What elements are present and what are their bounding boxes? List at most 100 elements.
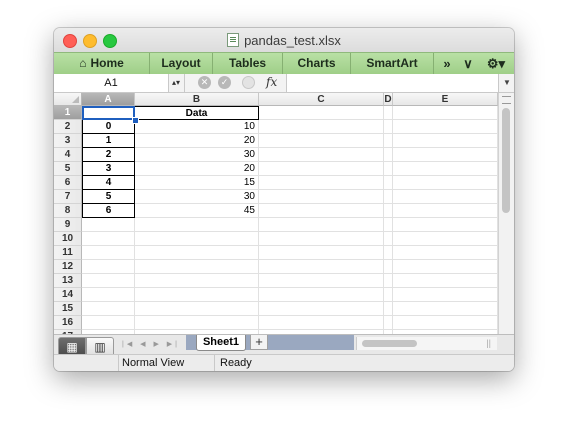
cell-c15[interactable]	[259, 302, 384, 316]
column-header-a[interactable]: A	[82, 93, 135, 106]
cell-e14[interactable]	[393, 288, 498, 302]
row-header[interactable]: 15	[54, 302, 82, 316]
tab-layout[interactable]: Layout	[150, 53, 213, 74]
cell-c13[interactable]	[259, 274, 384, 288]
cell-e13[interactable]	[393, 274, 498, 288]
cell-a10[interactable]	[82, 232, 135, 246]
cell-c4[interactable]	[259, 148, 384, 162]
cell-d5[interactable]	[384, 162, 393, 176]
cell-b6[interactable]: 15	[135, 176, 259, 190]
cell-e4[interactable]	[393, 148, 498, 162]
row-header[interactable]: 8	[54, 204, 82, 218]
cell-b13[interactable]	[135, 274, 259, 288]
column-header-b[interactable]: B	[135, 93, 259, 106]
cell-c7[interactable]	[259, 190, 384, 204]
cell-a4[interactable]: 2	[82, 148, 135, 162]
cell-e10[interactable]	[393, 232, 498, 246]
cell-c10[interactable]	[259, 232, 384, 246]
cell-e9[interactable]	[393, 218, 498, 232]
cell-a14[interactable]	[82, 288, 135, 302]
sheet-tab-sheet1[interactable]: Sheet1	[196, 335, 246, 351]
cell-e3[interactable]	[393, 134, 498, 148]
cell-b8[interactable]: 45	[135, 204, 259, 218]
cell-c9[interactable]	[259, 218, 384, 232]
row-header[interactable]: 10	[54, 232, 82, 246]
row-header[interactable]: 12	[54, 260, 82, 274]
cell-c3[interactable]	[259, 134, 384, 148]
scroll-grip-icon[interactable]: ||	[486, 338, 491, 348]
cell-a11[interactable]	[82, 246, 135, 260]
cell-d7[interactable]	[384, 190, 393, 204]
row-header[interactable]: 5	[54, 162, 82, 176]
cell-b7[interactable]: 30	[135, 190, 259, 204]
cell-a2[interactable]: 0	[82, 120, 135, 134]
tab-smartart[interactable]: SmartArt	[351, 53, 434, 74]
cell-b16[interactable]	[135, 316, 259, 330]
column-header-c[interactable]: C	[259, 93, 384, 106]
cell-b2[interactable]: 10	[135, 120, 259, 134]
cell-a9[interactable]	[82, 218, 135, 232]
function-icon[interactable]: fx	[266, 75, 277, 89]
row-header[interactable]: 4	[54, 148, 82, 162]
cell-d13[interactable]	[384, 274, 393, 288]
cell-c14[interactable]	[259, 288, 384, 302]
cell-a12[interactable]	[82, 260, 135, 274]
row-header[interactable]: 11	[54, 246, 82, 260]
select-all-corner[interactable]	[54, 93, 82, 106]
row-header[interactable]: 7	[54, 190, 82, 204]
gear-icon[interactable]: ⚙▾	[480, 53, 512, 74]
cell-e7[interactable]	[393, 190, 498, 204]
cell-e15[interactable]	[393, 302, 498, 316]
row-header[interactable]: 1	[54, 106, 82, 120]
row-header[interactable]: 6	[54, 176, 82, 190]
row-header[interactable]: 2	[54, 120, 82, 134]
cell-a7[interactable]: 5	[82, 190, 135, 204]
horizontal-scrollbar[interactable]: ||	[356, 337, 497, 350]
split-handle[interactable]	[502, 96, 511, 104]
formula-input[interactable]	[286, 74, 499, 92]
cell-e11[interactable]	[393, 246, 498, 260]
cell-a5[interactable]: 3	[82, 162, 135, 176]
cell-d16[interactable]	[384, 316, 393, 330]
tab-charts[interactable]: Charts	[283, 53, 351, 74]
cell-d10[interactable]	[384, 232, 393, 246]
cell-b12[interactable]	[135, 260, 259, 274]
cell-b4[interactable]: 30	[135, 148, 259, 162]
cell-c8[interactable]	[259, 204, 384, 218]
add-sheet-button[interactable]: +	[250, 335, 268, 350]
vertical-scrollbar[interactable]	[498, 93, 514, 334]
cell-e8[interactable]	[393, 204, 498, 218]
cell-b15[interactable]	[135, 302, 259, 316]
cell-e16[interactable]	[393, 316, 498, 330]
cell-d12[interactable]	[384, 260, 393, 274]
cell-d1[interactable]	[384, 106, 393, 120]
cell-e1[interactable]	[393, 106, 498, 120]
cell-b3[interactable]: 20	[135, 134, 259, 148]
cell-c12[interactable]	[259, 260, 384, 274]
cell-d3[interactable]	[384, 134, 393, 148]
cell-e6[interactable]	[393, 176, 498, 190]
cell-a1[interactable]	[82, 106, 135, 120]
cell-e5[interactable]	[393, 162, 498, 176]
fill-handle[interactable]	[132, 117, 139, 124]
cell-d11[interactable]	[384, 246, 393, 260]
cell-d8[interactable]	[384, 204, 393, 218]
cell-c11[interactable]	[259, 246, 384, 260]
cell-a13[interactable]	[82, 274, 135, 288]
sheet-navigation-arrows[interactable]: |◀ ◀ ▶ ▶|	[122, 338, 184, 351]
cell-b11[interactable]	[135, 246, 259, 260]
cell-d4[interactable]	[384, 148, 393, 162]
cell-d14[interactable]	[384, 288, 393, 302]
cell-c1[interactable]	[259, 106, 384, 120]
row-header[interactable]: 14	[54, 288, 82, 302]
spreadsheet-grid[interactable]: A B C D E 1234567891011121314151617 Data…	[54, 93, 514, 334]
row-header[interactable]: 9	[54, 218, 82, 232]
name-box-stepper[interactable]: ▴▾	[168, 74, 185, 92]
cell-b14[interactable]	[135, 288, 259, 302]
cell-a8[interactable]: 6	[82, 204, 135, 218]
chevron-down-icon[interactable]: ∨	[458, 53, 478, 74]
formula-dropdown-icon[interactable]: ▼	[498, 74, 514, 92]
cell-c6[interactable]	[259, 176, 384, 190]
cell-c2[interactable]	[259, 120, 384, 134]
cell-b10[interactable]	[135, 232, 259, 246]
